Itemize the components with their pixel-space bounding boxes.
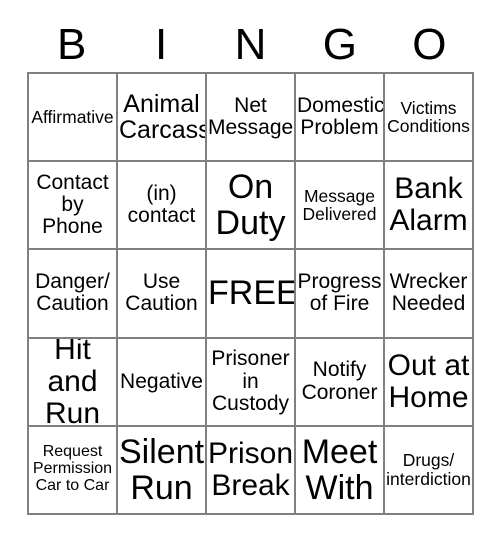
bingo-cell-label: Message Delivered [302,185,377,225]
bingo-cell-r4c1[interactable]: Hit and Run [29,338,118,427]
bingo-cell-r4c2[interactable]: Negative [118,338,207,427]
bingo-cell-r2c4[interactable]: Message Delivered [296,162,385,251]
bingo-cell-label: Request Permission Car to Car [32,443,113,495]
bingo-cell-label: Out at Home [387,348,470,414]
bingo-cell-r2c2[interactable]: (in) contact [118,162,207,251]
bingo-cell-label: Domestic Problem [297,93,385,140]
bingo-cell-r4c5[interactable]: Out at Home [385,338,474,427]
bingo-cell-label: Prisoner in Custody [211,347,290,415]
bingo-cell-r1c3[interactable]: Net Message [207,74,296,163]
bingo-cell-label: Use Caution [125,270,198,316]
bingo-cell-label: Drugs/ interdiction [386,450,471,489]
header-letter-g: G [322,20,358,69]
bingo-cell-r1c4[interactable]: Domestic Problem [296,74,385,163]
bingo-cell-label: Affirmative [31,106,114,127]
header-letter-o: O [412,20,447,69]
bingo-cell-r5c5[interactable]: Drugs/ interdiction [385,426,474,515]
bingo-cell-r3c1[interactable]: Danger/ Caution [29,250,118,339]
bingo-cell-label: Wrecker Needed [389,270,468,316]
bingo-cell-r5c4[interactable]: Meet With [296,426,385,515]
bingo-cell-r5c1[interactable]: Request Permission Car to Car [29,426,118,515]
bingo-cell-label: Silent Run [119,432,205,507]
bingo-cell-label: On Duty [215,168,286,243]
bingo-cell-label: Notify Coroner [301,358,378,404]
bingo-cell-r3c3[interactable]: FREE [207,250,296,339]
bingo-cell-r1c1[interactable]: Affirmative [29,74,118,163]
bingo-cell-r4c3[interactable]: Prisoner in Custody [207,338,296,427]
bingo-cell-r3c2[interactable]: Use Caution [118,250,207,339]
bingo-cell-label: Negative [120,369,203,393]
bingo-cell-label: Hit and Run [44,338,101,427]
bingo-cell-label: Prison Break [208,437,294,502]
header-letter-b: B [57,20,87,69]
bingo-card: B I N G O Affirmative Animal Carcass Net M… [0,0,500,544]
bingo-cell-r5c3[interactable]: Prison Break [207,426,296,515]
bingo-cell-r4c4[interactable]: Notify Coroner [296,338,385,427]
header-letter-i: I [154,20,168,69]
bingo-cell-label: Victims Conditions [387,97,470,137]
bingo-cell-r1c2[interactable]: Animal Carcass [118,74,207,163]
bingo-grid: Affirmative Animal Carcass Net Message Dome… [27,72,474,515]
bingo-cell-r3c5[interactable]: Wrecker Needed [385,250,474,339]
bingo-cell-r5c2[interactable]: Silent Run [118,426,207,515]
bingo-cell-label: Contact by Phone [36,170,109,239]
bingo-header: B I N G O [27,18,474,72]
bingo-cell-r2c5[interactable]: Bank Alarm [385,162,474,251]
bingo-cell-label: Meet With [301,432,378,507]
bingo-cell-r3c4[interactable]: Progress of Fire [296,250,385,339]
bingo-cell-r1c5[interactable]: Victims Conditions [385,74,474,163]
bingo-cell-label: Danger/ Caution [35,270,110,316]
bingo-cell-label: Net Message [208,93,294,140]
bingo-cell-label: Progress of Fire [297,270,382,316]
bingo-cell-r2c3[interactable]: On Duty [207,162,296,251]
bingo-cell-label: Bank Alarm [389,172,468,238]
bingo-cell-label: Animal Carcass [119,89,207,145]
bingo-cell-r2c1[interactable]: Contact by Phone [29,162,118,251]
header-letter-n: N [234,20,267,69]
bingo-cell-label: FREE [208,274,296,313]
bingo-cell-label: (in) contact [127,182,196,228]
